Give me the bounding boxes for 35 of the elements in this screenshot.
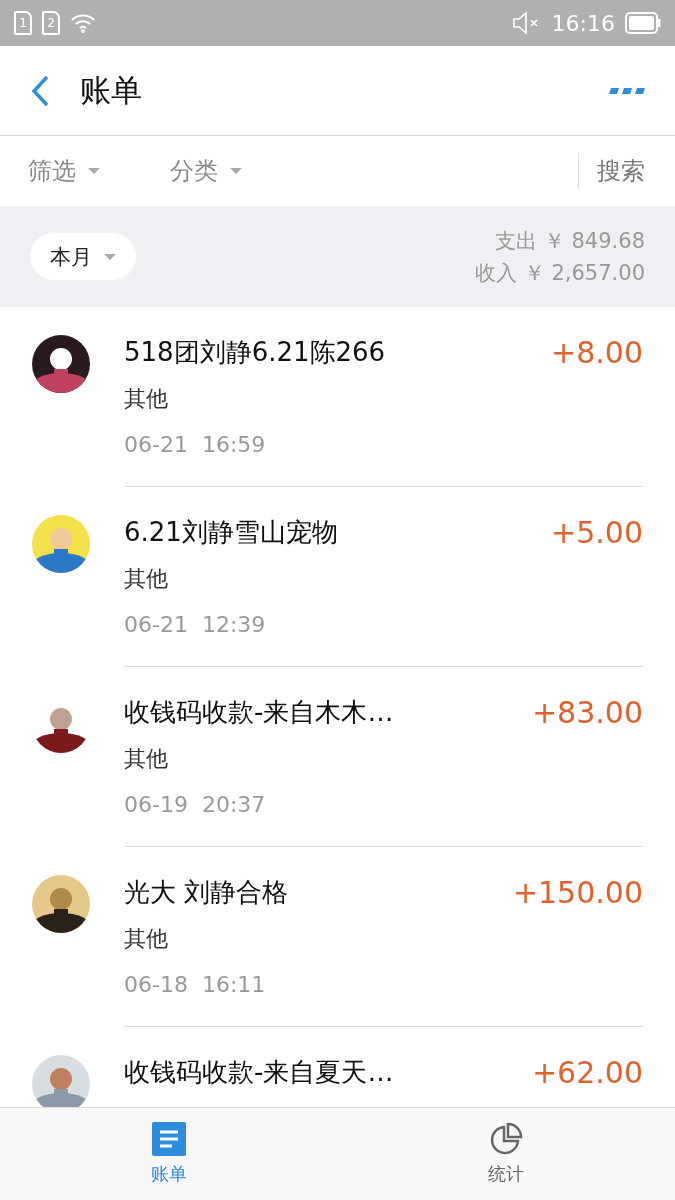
transaction-amount: +83.00 [531, 695, 643, 730]
page-title: 账单 [80, 70, 143, 110]
transaction-title[interactable]: 6.21刘静雪山宠物 [124, 515, 338, 550]
transaction-time: 06-21 16:59 [124, 432, 267, 457]
search-button[interactable]: 搜索 [578, 153, 675, 189]
transaction-amount: +62.00 [531, 1055, 643, 1090]
transaction-time: 06-18 16:11 [124, 972, 267, 997]
transaction-time: 06-21 12:39 [124, 612, 267, 637]
sim-icon: 2 [42, 11, 60, 35]
filter-dropdown[interactable]: 筛选 [28, 155, 100, 187]
transaction-category: 其他 [124, 565, 169, 593]
filter-dropdown[interactable]: 分类 [170, 155, 242, 187]
clock-time: 16:16 [551, 10, 615, 36]
document-icon [151, 1122, 186, 1156]
more-icon[interactable] [607, 86, 645, 95]
transaction-title[interactable]: 收钱码收款-来自夏天… [124, 1055, 394, 1090]
transaction-title[interactable]: 收钱码收款-来自木木… [124, 695, 394, 730]
sim-icon: 1 [14, 11, 32, 35]
period-dropdown[interactable]: 本月 [30, 233, 136, 280]
pie-chart-icon [489, 1122, 524, 1156]
battery-icon [625, 12, 661, 34]
transaction-title[interactable]: 光大 刘静合格 [124, 875, 289, 910]
tab-bar-item[interactable]: 统计 [337, 1108, 675, 1200]
transaction-amount: +5.00 [551, 515, 643, 550]
income-total: 收入 ￥ 2,657.00 [475, 259, 645, 287]
wifi-icon [70, 13, 96, 33]
transaction-category: 其他 [124, 925, 169, 953]
expense-total: 支出 ￥ 849.68 [495, 227, 645, 255]
transaction-amount: +8.00 [551, 335, 643, 370]
transaction-time: 06-19 20:37 [124, 792, 267, 817]
transaction-amount: +150.00 [512, 875, 643, 910]
back-icon[interactable] [30, 74, 50, 107]
transaction-category: 其他 [124, 745, 169, 773]
transaction-category: 其他 [124, 385, 169, 413]
transaction-title[interactable]: 518团刘静6.21陈266 [124, 335, 386, 370]
